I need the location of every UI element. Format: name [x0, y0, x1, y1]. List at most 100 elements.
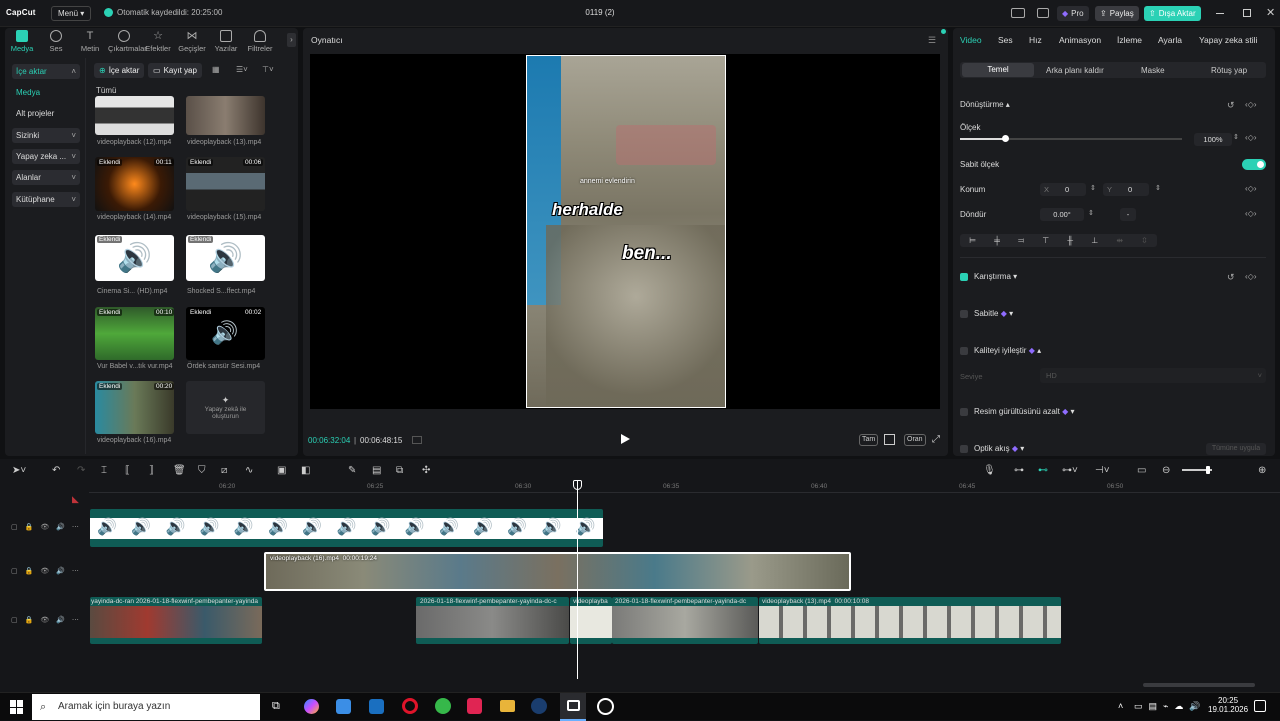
- align-middle-icon[interactable]: ╫: [1067, 236, 1073, 245]
- sidebar-item-import[interactable]: İçe aktar ˄: [12, 64, 80, 79]
- obs-icon[interactable]: [597, 698, 614, 715]
- video-frame[interactable]: [526, 55, 726, 408]
- align-center-icon[interactable]: ╪: [994, 236, 1000, 245]
- fit-icon[interactable]: [884, 434, 895, 445]
- playhead-handle[interactable]: [573, 480, 582, 490]
- taskbar-search[interactable]: ⌕ Aramak için buraya yazın: [32, 694, 260, 720]
- trim-left-icon[interactable]: ⟦: [125, 465, 130, 476]
- sidebar-item-yours[interactable]: Sizinki ˅: [12, 128, 80, 143]
- zoom-in-icon[interactable]: ⊕: [1258, 465, 1266, 476]
- stabilize-heading[interactable]: Sabitle ◆ ▾: [974, 309, 1013, 318]
- windows-icon[interactable]: [10, 700, 24, 714]
- keyframe-icon[interactable]: ‹◇›: [1245, 209, 1256, 218]
- mirror-icon[interactable]: ◧: [301, 465, 310, 476]
- stepper-icon[interactable]: ⇕: [1090, 184, 1096, 192]
- subtab-mask[interactable]: Maske: [1141, 66, 1165, 75]
- main-video-clip[interactable]: videoplayback (16).mp4 00:00:19:24: [264, 552, 851, 591]
- tab-text[interactable]: T Metin: [74, 30, 106, 53]
- track-controls-1[interactable]: ▢🔒👁🔊⋯: [11, 523, 86, 531]
- keyframe-icon[interactable]: ‹◇›: [1245, 100, 1256, 109]
- rotate-dial[interactable]: -: [1120, 208, 1136, 221]
- app-icon[interactable]: [467, 698, 482, 714]
- minimize-icon[interactable]: [1216, 13, 1224, 14]
- track-controls-3[interactable]: ▢🔒👁🔊⋯: [11, 616, 86, 624]
- fullquality-button[interactable]: Tam: [859, 434, 879, 446]
- transform-heading[interactable]: Dönüştürme ▴: [960, 100, 1010, 109]
- layout-icon[interactable]: [1011, 8, 1025, 18]
- store-icon[interactable]: [336, 699, 351, 714]
- menu-button[interactable]: Menü ▾: [51, 6, 92, 21]
- denoise-checkbox[interactable]: [960, 408, 968, 416]
- keyframe-icon[interactable]: ‹◇›: [1245, 133, 1256, 142]
- copilot-icon[interactable]: [304, 699, 319, 714]
- tab-media[interactable]: Medya: [6, 30, 38, 53]
- rotate-value[interactable]: 0.00°: [1040, 208, 1084, 221]
- subtab-retouch[interactable]: Rötuş yap: [1211, 66, 1247, 75]
- speaker-clip[interactable]: 🔊 🔊 🔊 🔊 🔊 🔊 🔊 🔊 🔊 🔊 🔊 🔊 🔊 🔊 🔊: [90, 509, 603, 547]
- stepper-icon[interactable]: ⇕: [1233, 133, 1239, 141]
- notifications-icon[interactable]: [1254, 700, 1266, 712]
- distribute-v-icon[interactable]: ⇳: [1141, 236, 1148, 245]
- sidebar-item-media[interactable]: Medya: [12, 85, 80, 100]
- sidebar-item-spaces[interactable]: Alanlar ˅: [12, 170, 80, 185]
- stepper-icon[interactable]: ⇕: [1155, 184, 1161, 192]
- speed-curve-icon[interactable]: ∿: [245, 465, 253, 476]
- tabs-scroll-arrow[interactable]: ›: [287, 33, 296, 47]
- tray-icons[interactable]: ▭▤⌁☁🔊: [1134, 701, 1207, 712]
- horizontal-scrollbar[interactable]: [1143, 683, 1255, 687]
- player-menu-icon[interactable]: ☰: [928, 35, 936, 46]
- tab-audio[interactable]: Ses: [40, 30, 72, 53]
- play-icon[interactable]: [621, 434, 630, 444]
- capcut-taskbar-button[interactable]: [560, 693, 586, 721]
- blend-heading[interactable]: Karıştırma ▾: [974, 272, 1017, 281]
- snap-icon[interactable]: ⊶˅: [1062, 465, 1078, 476]
- scale-value[interactable]: 100%: [1194, 133, 1232, 146]
- tab-video[interactable]: Video: [960, 35, 982, 45]
- caption-icon[interactable]: ▤: [372, 465, 381, 476]
- tab-stickers[interactable]: Çıkartmalar: [108, 30, 147, 53]
- freeze-icon[interactable]: ▣: [277, 465, 286, 476]
- pro-button[interactable]: ◆ Pro: [1057, 6, 1089, 21]
- zoom-handle[interactable]: [1206, 466, 1210, 474]
- reset-icon[interactable]: ↺: [1227, 100, 1235, 111]
- grid-view-icon[interactable]: ▦: [212, 65, 220, 74]
- frame-grid-icon[interactable]: [412, 436, 422, 444]
- auto-reframe-icon[interactable]: ✣: [422, 465, 430, 476]
- stabilize-checkbox[interactable]: [960, 310, 968, 318]
- tab-tracking[interactable]: İzleme: [1117, 35, 1142, 45]
- close-icon[interactable]: ✕: [1266, 6, 1275, 19]
- align-bottom-icon[interactable]: ⊥: [1091, 236, 1098, 245]
- sidebar-item-ai[interactable]: Yapay zeka ... ˅: [12, 149, 80, 164]
- enhance-heading[interactable]: Kaliteyi iyileştir ◆ ▴: [974, 346, 1041, 355]
- tab-filters[interactable]: Filtreler: [244, 30, 276, 53]
- denoise-heading[interactable]: Resim gürültüsünü azalt ◆ ▾: [974, 407, 1074, 416]
- align-left-icon[interactable]: ⊨: [969, 236, 976, 245]
- steam-icon[interactable]: [531, 698, 547, 714]
- keyframe-icon[interactable]: ‹◇›: [1245, 184, 1256, 193]
- share-button[interactable]: ⇪ Paylaş: [1095, 6, 1139, 21]
- ratio-button[interactable]: Oran: [904, 434, 926, 446]
- task-view-icon[interactable]: ⧉: [272, 700, 280, 713]
- mask-icon[interactable]: ⛉: [198, 465, 206, 476]
- keyframe-icon[interactable]: ‹◇›: [1245, 272, 1256, 281]
- delete-icon[interactable]: 🗑: [173, 465, 186, 476]
- export-button[interactable]: ⇧ Dışa Aktar: [1144, 6, 1201, 21]
- whatsapp-icon[interactable]: [435, 698, 451, 714]
- align-right-icon[interactable]: ⫤: [1018, 236, 1024, 246]
- sidebar-item-library[interactable]: Kütüphane ˅: [12, 192, 80, 207]
- position-x-field[interactable]: X0: [1040, 183, 1086, 196]
- trim-right-icon[interactable]: ⟧: [149, 465, 154, 476]
- media-thumb-0[interactable]: [95, 96, 174, 135]
- reset-icon[interactable]: ↺: [1227, 272, 1235, 283]
- folder-icon[interactable]: [500, 700, 515, 712]
- outlook-icon[interactable]: [369, 699, 384, 714]
- link-icon[interactable]: ⊶: [1014, 465, 1024, 476]
- ai-create-card[interactable]: ✦ Yapay zekâ ile oluşturun: [186, 381, 265, 434]
- marker-icon[interactable]: ◣: [72, 494, 79, 505]
- tab-transitions[interactable]: ⋈ Geçişler: [176, 30, 208, 53]
- distribute-h-icon[interactable]: ⇹: [1116, 236, 1123, 245]
- subtab-basic[interactable]: Temel: [962, 63, 1034, 77]
- magic-icon[interactable]: ✎: [348, 465, 356, 476]
- align-top-icon[interactable]: ⊤: [1042, 236, 1049, 245]
- time-ruler[interactable]: [89, 482, 1280, 493]
